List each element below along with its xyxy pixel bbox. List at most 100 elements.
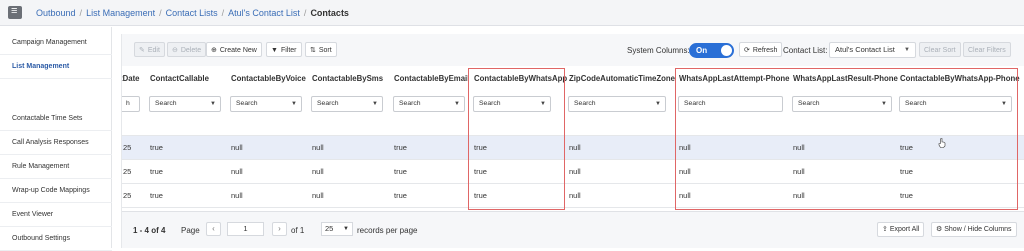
table-cell: 25 [123, 143, 132, 152]
contact-list-value: Atul's Contact List [835, 45, 895, 54]
table-cell: null [312, 191, 324, 200]
filter-select[interactable]: Search ▼ [568, 96, 666, 112]
table-cell: true [150, 167, 163, 176]
sidebar-item-outbound-settings[interactable]: Outbound Settings [0, 227, 112, 251]
show-hide-columns-button[interactable]: ⚙ Show / Hide Columns [931, 222, 1017, 237]
table-cell: null [569, 167, 581, 176]
show-hide-columns-label: Show / Hide Columns [944, 226, 1012, 233]
sort-label: Sort [318, 47, 332, 54]
chevron-down-icon: ▼ [343, 226, 349, 232]
system-columns-toggle[interactable]: On [689, 43, 734, 58]
top-bar: Outbound/List Management/Contact Lists/A… [0, 0, 1024, 26]
filter-select[interactable]: Search ▼ [149, 96, 221, 112]
table-cell: null [231, 191, 243, 200]
breadcrumb-separator: / [221, 8, 225, 18]
pagination-footer: 1 - 4 of 4 Page ‹ 1 › of 1 25 ▼ records p… [122, 211, 1024, 248]
breadcrumb-outbound[interactable]: Outbound [36, 8, 76, 18]
contact-list-select[interactable]: Atul's Contact List ▼ [829, 42, 916, 58]
sidebar-item-call-analysis-responses[interactable]: Call Analysis Responses [0, 131, 112, 155]
page-input[interactable]: 1 [227, 222, 264, 236]
filter-text: Search [236, 100, 258, 107]
filter-text: Search [317, 100, 339, 107]
filter-select[interactable]: Search ▼ [393, 96, 465, 112]
hamburger-menu-icon[interactable] [8, 5, 22, 19]
sort-button[interactable]: ⇅ Sort [305, 42, 337, 57]
sidebar: Campaign Management List Management Cont… [0, 27, 112, 251]
delete-button[interactable]: ⊖ Delete [167, 42, 207, 57]
table-cell: true [394, 167, 407, 176]
filter-button[interactable]: ▼ Filter [266, 42, 302, 57]
table-cell: true [394, 191, 407, 200]
page-count: of 1 [291, 226, 305, 235]
system-columns-label: System Columns: [627, 46, 690, 55]
chevron-down-icon: ▼ [372, 101, 378, 107]
edit-button[interactable]: ✎ Edit [134, 42, 165, 57]
per-page-label: records per page [357, 226, 418, 235]
export-icon: ⇪ [882, 226, 890, 233]
filter-select[interactable]: Search ▼ [230, 96, 302, 112]
breadcrumb-separator: / [159, 8, 162, 18]
chevron-left-icon[interactable]: ‹ [206, 222, 221, 236]
create-new-button[interactable]: ⊕ Create New [206, 42, 262, 57]
export-all-button[interactable]: ⇪ Export All [877, 222, 925, 237]
chevron-down-icon: ▼ [904, 47, 910, 53]
table-cell: 25 [123, 191, 132, 200]
breadcrumb-current: Contacts [310, 8, 349, 18]
filter-text: h [126, 100, 130, 107]
table-cell: true [150, 191, 163, 200]
table-cell: null [312, 167, 324, 176]
column-header[interactable]: tDate [122, 74, 140, 83]
sidebar-item-wrap-up-code-mappings[interactable]: Wrap-up Code Mappings [0, 179, 112, 203]
page-label: Page [181, 226, 200, 235]
plus-icon: ⊕ [211, 47, 217, 54]
column-header[interactable]: ContactCallable [150, 74, 209, 83]
breadcrumb-contact-list[interactable]: Atul's Contact List [228, 8, 300, 18]
clear-sort-button[interactable]: Clear Sort [919, 42, 961, 57]
column-header[interactable]: ContactableBySms [312, 74, 383, 83]
create-new-label: Create New [219, 47, 257, 54]
sidebar-item-contactable-time-sets[interactable]: Contactable Time Sets [0, 107, 112, 131]
table-cell: null [231, 167, 243, 176]
refresh-label: Refresh [752, 47, 778, 54]
breadcrumb-contact-lists[interactable]: Contact Lists [166, 8, 218, 18]
table-cell: 25 [123, 167, 132, 176]
sort-icon: ⇅ [310, 47, 316, 54]
table-cell: null [569, 191, 581, 200]
clear-filters-button[interactable]: Clear Filters [963, 42, 1011, 57]
delete-label: Delete [180, 47, 202, 54]
breadcrumb-list-management[interactable]: List Management [86, 8, 155, 18]
export-all-label: Export All [889, 226, 920, 233]
toggle-state-label: On [696, 46, 708, 55]
chevron-right-icon[interactable]: › [272, 222, 287, 236]
sidebar-item-event-viewer[interactable]: Event Viewer [0, 203, 112, 227]
contact-list-label: Contact List: [783, 46, 828, 55]
toolbar: ✎ Edit ⊖ Delete ⊕ Create New ▼ Filter ⇅ Sort … [122, 34, 1024, 66]
table-cell: null [231, 143, 243, 152]
filter-text: Search [399, 100, 421, 107]
gear-icon: ⚙ [936, 226, 945, 233]
chevron-down-icon: ▼ [454, 101, 460, 107]
contacts-table: tDate h ContactCallable Search ▼ ContactableB… [122, 66, 1024, 211]
sidebar-item-list-management[interactable]: List Management [0, 55, 112, 79]
table-cell: null [569, 143, 581, 152]
breadcrumb: Outbound / List Management / Contact Lists / A… [36, 8, 349, 18]
column-header[interactable]: ContactableByVoice [231, 74, 306, 83]
sidebar-item-rule-management[interactable]: Rule Management [0, 155, 112, 179]
column-header[interactable]: ContactableByEmail [394, 74, 469, 83]
breadcrumb-separator: / [79, 8, 83, 18]
table-cell: true [394, 143, 407, 152]
filter-label: Filter [280, 47, 297, 54]
filter-input[interactable]: h [122, 96, 140, 112]
per-page-select[interactable]: 25 ▼ [321, 222, 353, 236]
filter-select[interactable]: Search ▼ [311, 96, 383, 112]
edit-label: Edit [147, 47, 160, 54]
edit-icon: ✎ [139, 47, 145, 54]
column-header[interactable]: ZipCodeAutomaticTimeZone [569, 74, 675, 83]
chevron-down-icon: ▼ [210, 101, 216, 107]
sidebar-item-campaign-management[interactable]: Campaign Management [0, 31, 112, 55]
refresh-icon: ⟳ [744, 47, 750, 54]
highlight-box-whatsapp-phone [675, 68, 1018, 210]
main-panel: ✎ Edit ⊖ Delete ⊕ Create New ▼ Filter ⇅ Sort … [121, 34, 1024, 248]
table-cell: null [312, 143, 324, 152]
refresh-button[interactable]: ⟳ Refresh [739, 42, 783, 57]
